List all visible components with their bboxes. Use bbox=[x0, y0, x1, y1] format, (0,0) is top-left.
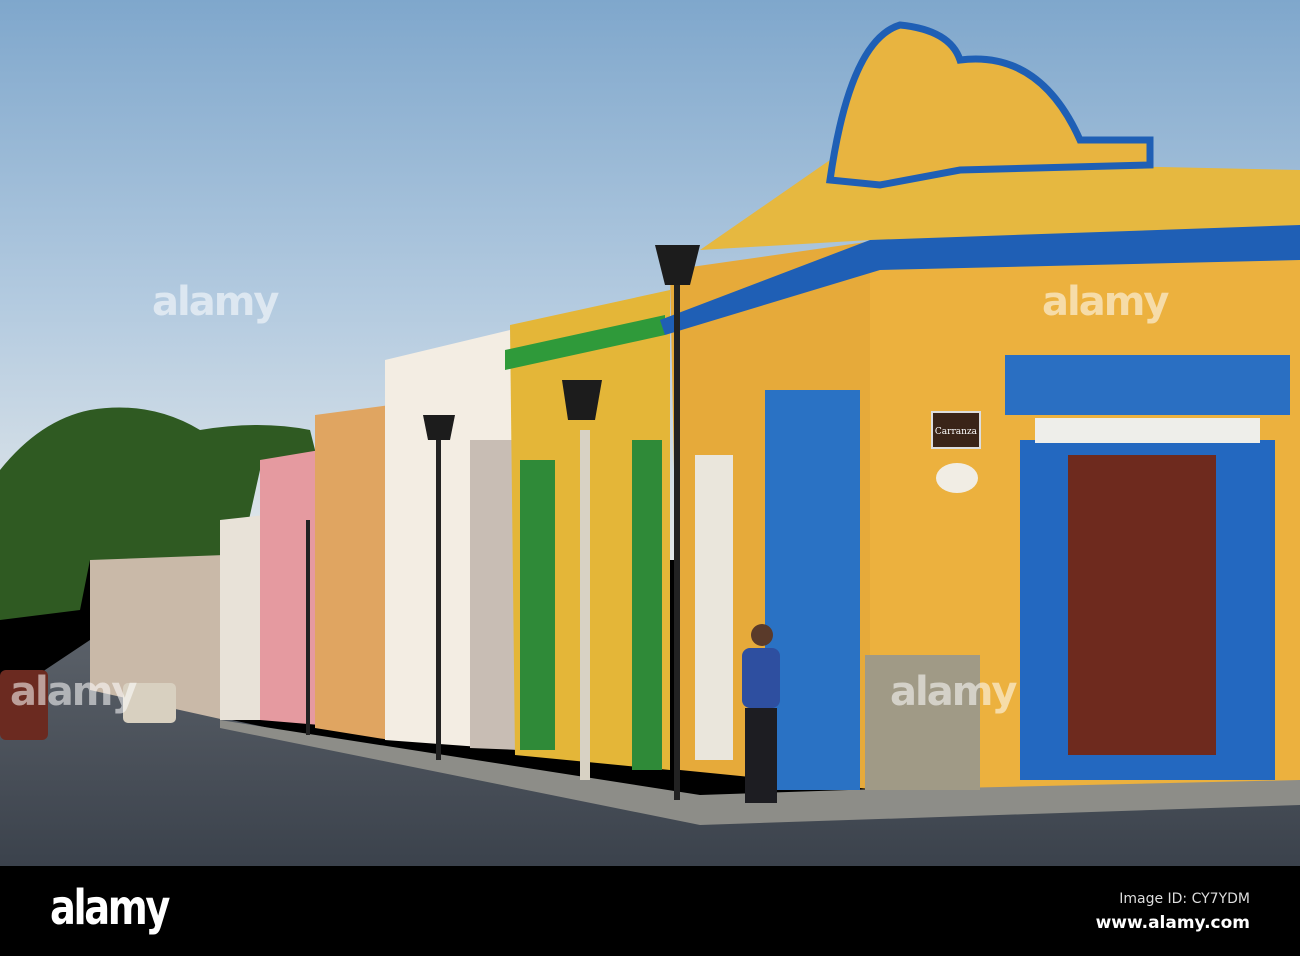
street-lamp bbox=[306, 520, 310, 735]
watermark-footer: alamy Image ID: CY7YDM www.alamy.com bbox=[0, 866, 1300, 956]
image-id: Image ID: CY7YDM bbox=[1119, 891, 1250, 907]
blue-lintel bbox=[1005, 355, 1290, 415]
white-door-panel bbox=[695, 455, 733, 760]
watermark: alamy bbox=[1042, 279, 1169, 325]
blue-door-frame-side bbox=[765, 390, 860, 790]
green-door bbox=[520, 460, 555, 750]
watermark: alamy bbox=[10, 669, 137, 715]
green-door-2 bbox=[632, 440, 662, 770]
pedestrian bbox=[742, 624, 780, 803]
white-lintel-band bbox=[1035, 418, 1260, 443]
street-photo: Carranza alamy alamy alamy alamy bbox=[0, 0, 1300, 866]
watermark: alamy bbox=[890, 669, 1017, 715]
site-url[interactable]: www.alamy.com bbox=[1096, 913, 1250, 933]
watermark: alamy bbox=[152, 279, 279, 325]
building-pink bbox=[260, 450, 320, 725]
building-white-far bbox=[220, 515, 265, 720]
building-peach bbox=[315, 405, 390, 740]
wooden-door[interactable] bbox=[1068, 455, 1216, 755]
street-sign-text: Carranza bbox=[935, 427, 978, 437]
alamy-logo: alamy bbox=[50, 880, 170, 936]
photo-stage: Carranza alamy alamy alamy alamy alamy I… bbox=[0, 0, 1300, 956]
plaque bbox=[936, 463, 978, 493]
